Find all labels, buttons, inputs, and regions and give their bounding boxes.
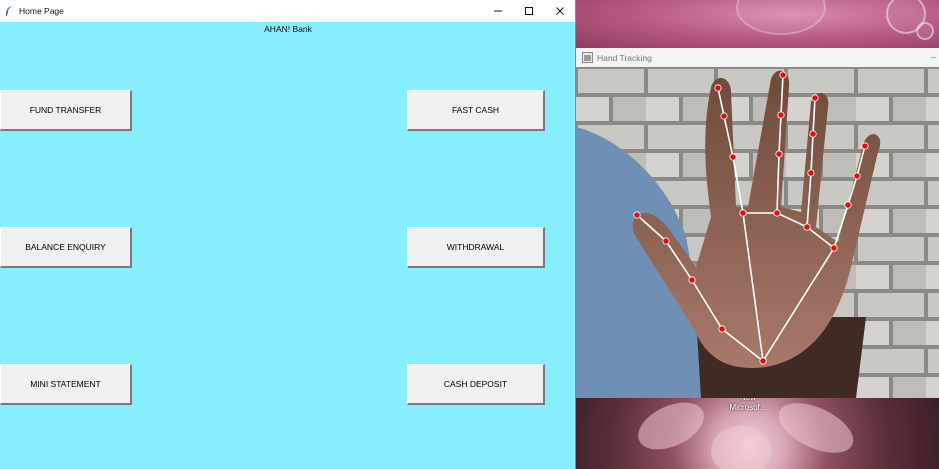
close-icon[interactable]: –	[931, 52, 936, 62]
mini-statement-button[interactable]: MINI STATEMENT	[0, 364, 132, 405]
withdrawal-button[interactable]: WITHDRAWAL	[407, 227, 545, 268]
close-icon	[555, 7, 564, 15]
wallpaper-petal	[711, 426, 771, 469]
maximize-button[interactable]	[513, 0, 544, 22]
camera-frame	[576, 67, 939, 398]
wallpaper-petal	[630, 393, 712, 459]
shortcut-label-line2: Microsof...	[729, 403, 767, 412]
close-button[interactable]	[544, 0, 575, 22]
home-page-window: Home Page AHAN! Bank FUND TRANSFER FAST …	[0, 0, 576, 469]
hand-tracking-titlebar[interactable]: Hand Tracking	[576, 48, 939, 67]
camera-feed	[576, 67, 939, 398]
feather-icon	[5, 6, 12, 17]
window-titlebar[interactable]: Home Page	[0, 0, 575, 22]
maximize-icon	[524, 7, 533, 15]
minimize-icon	[493, 10, 502, 12]
bank-name-label: AHAN! Bank	[264, 24, 312, 34]
wallpaper-bubble	[916, 22, 934, 40]
fast-cash-button[interactable]: FAST CASH	[407, 90, 545, 131]
minimize-button[interactable]	[482, 0, 513, 22]
desktop-wallpaper-top	[576, 0, 939, 48]
wallpaper-bubble	[736, 0, 826, 35]
window-app-icon	[582, 52, 593, 63]
window-title: Home Page	[19, 6, 64, 16]
fund-transfer-button[interactable]: FUND TRANSFER	[0, 90, 132, 131]
window-controls	[482, 0, 575, 22]
wallpaper-petal	[771, 392, 861, 464]
hand-tracking-window: Hand Tracking –	[576, 48, 939, 398]
hand-tracking-title: Hand Tracking	[597, 52, 652, 63]
balance-enquiry-button[interactable]: BALANCE ENQUIRY	[0, 227, 132, 268]
cash-deposit-button[interactable]: CASH DEPOSIT	[407, 364, 545, 405]
